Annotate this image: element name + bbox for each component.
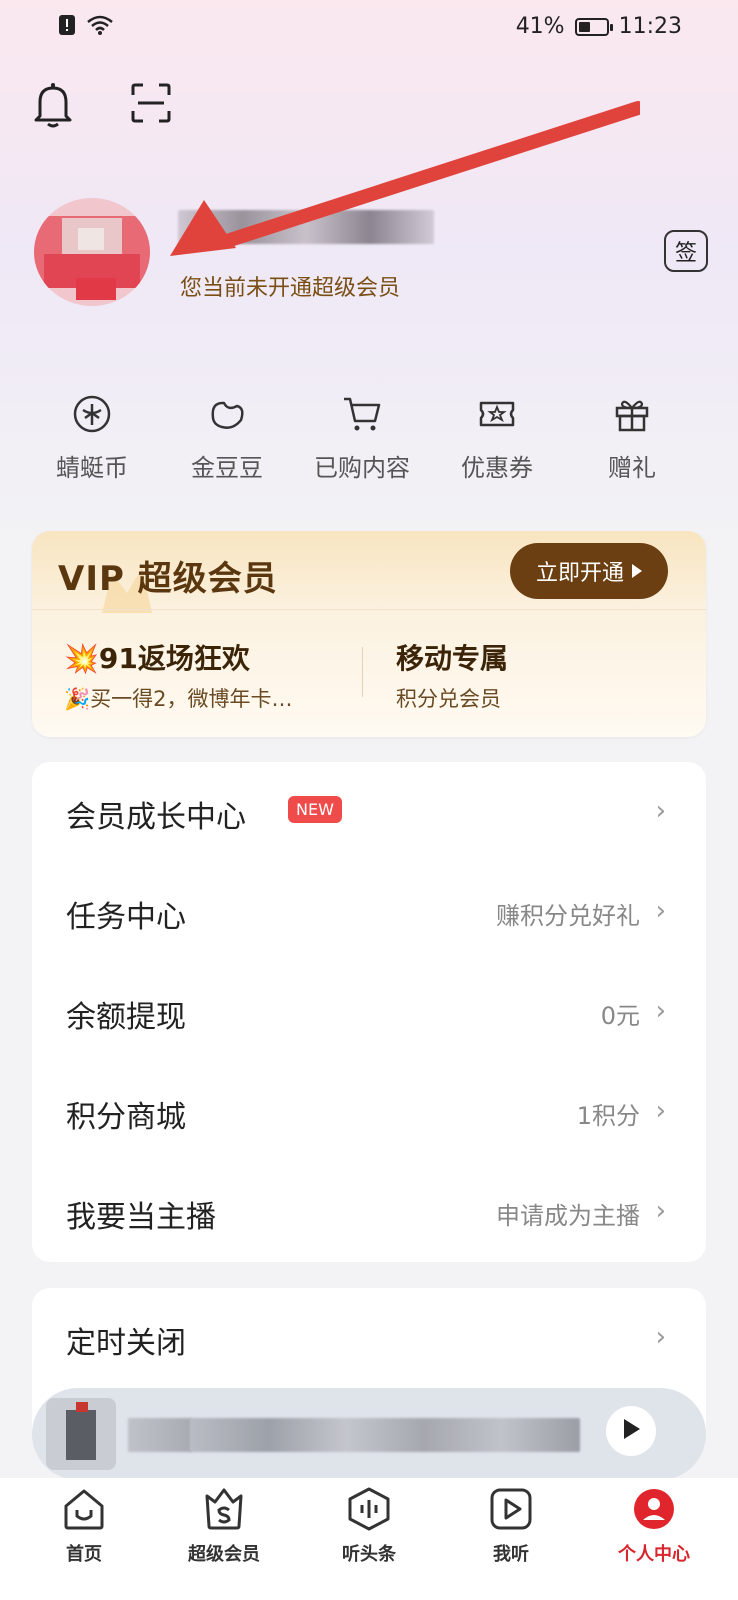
notification-bell-icon[interactable] bbox=[30, 80, 76, 130]
new-badge: NEW bbox=[288, 796, 342, 823]
bottom-tab-bar: 首页 超级会员 听头条 我听 个人中心 bbox=[0, 1478, 738, 1600]
menu-row-withdraw[interactable]: 余额提现 0元 › bbox=[32, 962, 706, 1062]
alert-icon bbox=[58, 14, 76, 42]
cart-icon bbox=[342, 394, 382, 438]
tab-label: 听头条 bbox=[342, 1544, 396, 1565]
divider bbox=[362, 647, 363, 697]
chevron-right-icon: › bbox=[655, 1322, 666, 1352]
tab-label: 我听 bbox=[493, 1544, 529, 1565]
gift-icon bbox=[612, 394, 652, 438]
promo-title: 移动专属 bbox=[396, 642, 509, 675]
battery-level bbox=[578, 21, 590, 32]
tab-label: 首页 bbox=[66, 1544, 102, 1565]
promo-anniversary[interactable]: 💥91返场狂欢 🎉买一得2，微博年卡… bbox=[64, 637, 293, 713]
play-button[interactable] bbox=[606, 1406, 656, 1456]
membership-status: 您当前未开通超级会员 bbox=[180, 276, 401, 301]
menu-label: 余额提现 bbox=[66, 1000, 186, 1035]
home-icon bbox=[61, 1486, 107, 1536]
menu-row-become-host[interactable]: 我要当主播 申请成为主播 › bbox=[32, 1162, 706, 1262]
chevron-right-icon: › bbox=[655, 996, 666, 1026]
dragonfly-coin-icon bbox=[72, 394, 112, 438]
quick-action-beans[interactable]: 金豆豆 bbox=[167, 394, 287, 483]
tab-my-listening[interactable]: 我听 bbox=[451, 1486, 571, 1566]
menu-value: 赚积分兑好礼 bbox=[496, 902, 640, 930]
menu-row-sleep-timer[interactable]: 定时关闭 › bbox=[32, 1288, 706, 1388]
sign-in-button[interactable]: 签 bbox=[664, 230, 708, 272]
annotation-arrow bbox=[170, 100, 645, 260]
chevron-right-icon: › bbox=[655, 896, 666, 926]
quick-action-label: 蜻蜓币 bbox=[56, 454, 128, 482]
vip-card[interactable]: VIP 超级会员 立即开通 💥91返场狂欢 🎉买一得2，微博年卡… 移动专属 积… bbox=[32, 531, 706, 737]
promo-mobile[interactable]: 移动专属 积分兑会员 bbox=[396, 637, 508, 713]
promo-subtitle: 积分兑会员 bbox=[396, 687, 501, 711]
tab-home[interactable]: 首页 bbox=[24, 1486, 144, 1566]
quick-action-purchased[interactable]: 已购内容 bbox=[302, 394, 422, 483]
quick-action-coins[interactable]: 蜻蜓币 bbox=[32, 394, 152, 483]
track-subtitle-blurred bbox=[190, 1418, 580, 1452]
tab-profile[interactable]: 个人中心 bbox=[594, 1486, 714, 1566]
chevron-right-icon: › bbox=[655, 1196, 666, 1226]
vip-open-button[interactable]: 立即开通 bbox=[510, 543, 668, 599]
wifi-icon bbox=[86, 14, 114, 42]
promo-subtitle: 🎉买一得2，微博年卡… bbox=[64, 687, 293, 711]
quick-action-label: 赠礼 bbox=[608, 454, 656, 482]
play-icon bbox=[622, 1419, 640, 1443]
menu-row-points-mall[interactable]: 积分商城 1积分 › bbox=[32, 1062, 706, 1162]
menu-card: 会员成长中心 NEW › 任务中心 赚积分兑好礼 › 余额提现 0元 › 积分商… bbox=[32, 762, 706, 1262]
chevron-right-icon: › bbox=[655, 796, 666, 826]
triangle-right-icon bbox=[632, 559, 642, 584]
menu-value: 1积分 bbox=[576, 1102, 640, 1130]
menu-label: 我要当主播 bbox=[66, 1200, 216, 1235]
menu-label: 积分商城 bbox=[66, 1100, 186, 1135]
quick-action-label: 金豆豆 bbox=[191, 454, 263, 482]
vip-bag-icon bbox=[201, 1486, 247, 1536]
menu-label: 任务中心 bbox=[66, 900, 186, 935]
audio-wave-icon bbox=[346, 1486, 392, 1536]
quick-action-label: 优惠券 bbox=[461, 454, 533, 482]
menu-row-task-center[interactable]: 任务中心 赚积分兑好礼 › bbox=[32, 862, 706, 962]
tab-vip[interactable]: 超级会员 bbox=[164, 1486, 284, 1566]
track-cover bbox=[46, 1398, 116, 1470]
quick-action-gift[interactable]: 赠礼 bbox=[572, 394, 692, 483]
promo-title: 💥91返场狂欢 bbox=[64, 642, 250, 675]
tab-headlines[interactable]: 听头条 bbox=[309, 1486, 429, 1566]
play-square-icon bbox=[488, 1486, 534, 1536]
tab-label: 超级会员 bbox=[188, 1544, 260, 1565]
divider bbox=[32, 609, 706, 610]
track-title-blurred bbox=[128, 1418, 192, 1452]
avatar[interactable] bbox=[34, 198, 150, 306]
clock: 11:23 bbox=[618, 14, 682, 39]
quick-action-coupons[interactable]: 优惠券 bbox=[437, 394, 557, 483]
menu-value: 申请成为主播 bbox=[496, 1202, 640, 1230]
tab-label: 个人中心 bbox=[618, 1544, 690, 1565]
scan-icon[interactable] bbox=[128, 80, 174, 126]
status-bar: 41% 11:23 bbox=[0, 0, 738, 58]
menu-row-growth-center[interactable]: 会员成长中心 NEW › bbox=[32, 762, 706, 862]
profile-icon bbox=[631, 1486, 677, 1536]
bean-icon bbox=[207, 394, 247, 438]
vip-open-label: 立即开通 bbox=[535, 561, 624, 586]
vip-title: VIP 超级会员 bbox=[58, 559, 278, 599]
menu-label: 会员成长中心 bbox=[66, 800, 246, 835]
quick-action-label: 已购内容 bbox=[314, 454, 410, 482]
chevron-right-icon: › bbox=[655, 1096, 666, 1126]
battery-percent: 41% bbox=[515, 14, 565, 39]
menu-value: 0元 bbox=[600, 1002, 640, 1030]
battery-icon bbox=[574, 17, 613, 36]
coupon-icon bbox=[477, 394, 517, 438]
menu-label: 定时关闭 bbox=[66, 1326, 186, 1361]
